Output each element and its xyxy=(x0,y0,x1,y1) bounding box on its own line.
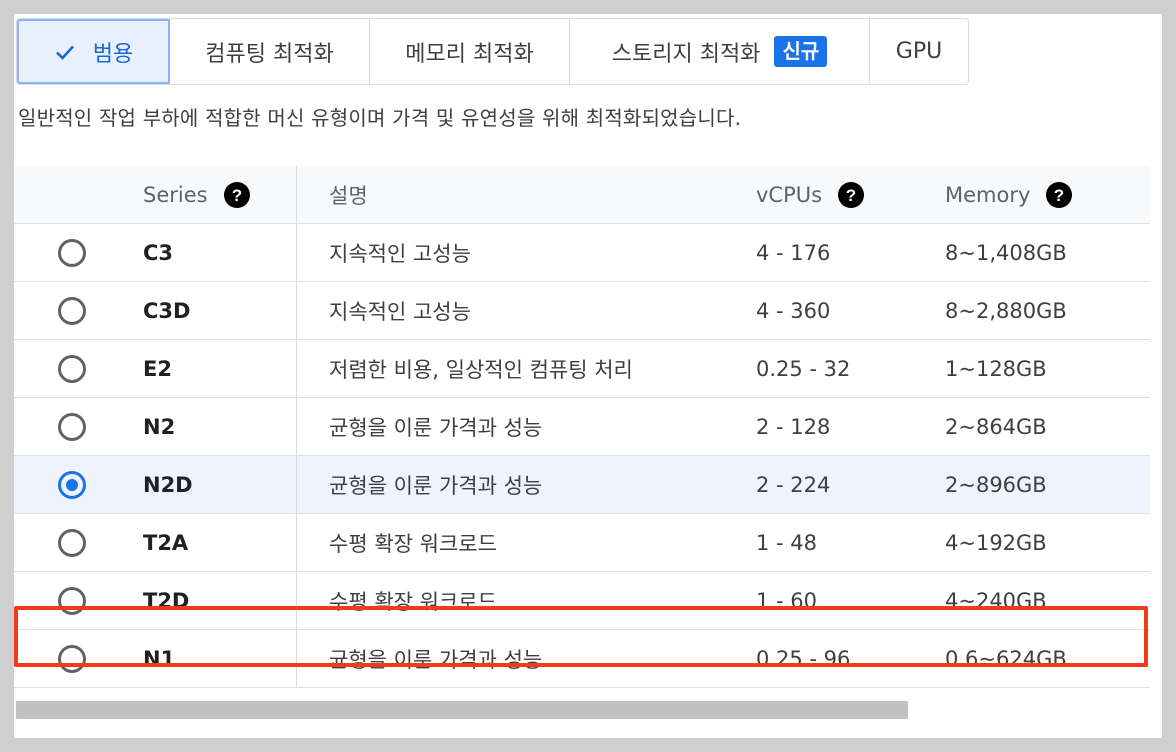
series-radio[interactable] xyxy=(58,296,86,325)
series-radio[interactable] xyxy=(58,586,86,615)
tab-general-purpose[interactable]: 범용 xyxy=(17,19,170,84)
memory-header-label: Memory xyxy=(945,182,1031,207)
series-cell: E2 xyxy=(143,356,172,381)
check-icon xyxy=(55,45,74,60)
machine-family-tabs: 범용 컴퓨팅 최적화 메모리 최적화 스토리지 최적화 신규 GPU xyxy=(16,18,969,85)
tab-memory-optimized[interactable]: 메모리 최적화 xyxy=(370,19,570,84)
vcpus-header-label: vCPUs xyxy=(756,182,823,207)
description-cell: 균형을 이룬 가격과 성능 xyxy=(296,398,724,455)
tab-label: 메모리 최적화 xyxy=(405,41,534,67)
series-radio[interactable] xyxy=(58,528,86,557)
horizontal-scrollbar[interactable] xyxy=(16,701,908,719)
radio-cell xyxy=(14,340,130,397)
tab-gpu[interactable]: GPU xyxy=(870,19,968,84)
vcpus-cell: 2 - 224 xyxy=(756,472,831,497)
tab-label: 스토리지 최적화 xyxy=(611,41,761,67)
radio-cell xyxy=(14,456,130,513)
radio-cell xyxy=(14,514,130,571)
svg-text:?: ? xyxy=(231,186,241,205)
memory-cell: 2~864GB xyxy=(945,414,1047,439)
description-cell: 수평 확장 워크로드 xyxy=(296,572,724,629)
radio-cell xyxy=(14,282,130,339)
radio-cell xyxy=(14,572,130,629)
memory-cell: 2~896GB xyxy=(945,472,1047,497)
series-cell: N2D xyxy=(143,472,193,497)
table-row[interactable]: N1 균형을 이룬 가격과 성능 0.25 - 96 0.6~624GB xyxy=(14,630,1150,688)
series-cell: T2D xyxy=(143,588,190,613)
machine-config-panel: 범용 컴퓨팅 최적화 메모리 최적화 스토리지 최적화 신규 GPU 일반적인 … xyxy=(14,14,1162,738)
tab-compute-optimized[interactable]: 컴퓨팅 최적화 xyxy=(170,19,370,84)
vcpus-cell: 4 - 360 xyxy=(756,298,831,323)
tab-label: GPU xyxy=(895,39,943,64)
table-row[interactable]: T2A 수평 확장 워크로드 1 - 48 4~192GB xyxy=(14,514,1150,572)
vcpus-cell: 1 - 48 xyxy=(756,530,818,555)
table-row[interactable]: C3 지속적인 고성능 4 - 176 8~1,408GB xyxy=(14,224,1150,282)
vcpus-cell: 1 - 60 xyxy=(756,588,818,613)
description-cell: 저렴한 비용, 일상적인 컴퓨팅 처리 xyxy=(296,340,724,397)
description-cell: 균형을 이룬 가격과 성능 xyxy=(296,630,724,687)
series-header: Series ? xyxy=(143,166,295,223)
radio-cell xyxy=(14,398,130,455)
svg-text:?: ? xyxy=(846,186,856,205)
series-radio[interactable] xyxy=(58,412,86,441)
description-cell: 수평 확장 워크로드 xyxy=(296,514,724,571)
radio-cell xyxy=(14,630,130,687)
tab-storage-optimized[interactable]: 스토리지 최적화 신규 xyxy=(570,19,870,84)
series-cell: N2 xyxy=(143,414,176,439)
help-icon[interactable]: ? xyxy=(223,181,250,208)
series-cell: T2A xyxy=(143,530,189,555)
memory-cell: 8~1,408GB xyxy=(945,240,1067,265)
series-table: Series ? 설명 vCPUs ? Memory ? C3 지속적인 고성능… xyxy=(14,166,1150,688)
series-radio-checked[interactable] xyxy=(58,470,86,499)
table-row[interactable]: T2D 수평 확장 워크로드 1 - 60 4~240GB xyxy=(14,572,1150,630)
family-description: 일반적인 작업 부하에 적합한 머신 유형이며 가격 및 유연성을 위해 최적화… xyxy=(18,106,742,130)
table-row[interactable]: N2 균형을 이룬 가격과 성능 2 - 128 2~864GB xyxy=(14,398,1150,456)
help-icon[interactable]: ? xyxy=(838,181,865,208)
table-row-selected[interactable]: N2D 균형을 이룬 가격과 성능 2 - 224 2~896GB xyxy=(14,456,1150,514)
vcpus-cell: 2 - 128 xyxy=(756,414,831,439)
table-row[interactable]: E2 저렴한 비용, 일상적인 컴퓨팅 처리 0.25 - 32 1~128GB xyxy=(14,340,1150,398)
vcpus-cell: 0.25 - 96 xyxy=(756,646,851,671)
tab-label: 범용 xyxy=(92,41,134,67)
table-header-row: Series ? 설명 vCPUs ? Memory ? xyxy=(14,166,1150,224)
memory-cell: 4~192GB xyxy=(945,530,1047,555)
series-radio[interactable] xyxy=(58,644,86,673)
description-cell: 지속적인 고성능 xyxy=(296,224,724,281)
memory-cell: 1~128GB xyxy=(945,356,1047,381)
series-radio[interactable] xyxy=(58,238,86,267)
vcpus-cell: 0.25 - 32 xyxy=(756,356,851,381)
help-icon[interactable]: ? xyxy=(1046,181,1073,208)
series-cell: N1 xyxy=(143,646,176,671)
series-radio[interactable] xyxy=(58,354,86,383)
memory-header: Memory ? xyxy=(945,166,1150,223)
series-cell: C3 xyxy=(143,240,174,265)
series-cell: C3D xyxy=(143,298,191,323)
new-badge: 신규 xyxy=(774,36,828,67)
memory-cell: 4~240GB xyxy=(945,588,1047,613)
description-header: 설명 xyxy=(296,166,724,223)
vcpus-cell: 4 - 176 xyxy=(756,240,831,265)
memory-cell: 0.6~624GB xyxy=(945,646,1067,671)
description-cell: 지속적인 고성능 xyxy=(296,282,724,339)
radio-cell xyxy=(14,224,130,281)
memory-cell: 8~2,880GB xyxy=(945,298,1067,323)
tab-label: 컴퓨팅 최적화 xyxy=(205,41,334,67)
series-header-label: Series xyxy=(143,182,208,207)
description-cell: 균형을 이룬 가격과 성능 xyxy=(296,456,724,513)
vcpus-header: vCPUs ? xyxy=(756,166,946,223)
table-row[interactable]: C3D 지속적인 고성능 4 - 360 8~2,880GB xyxy=(14,282,1150,340)
svg-text:?: ? xyxy=(1054,186,1064,205)
